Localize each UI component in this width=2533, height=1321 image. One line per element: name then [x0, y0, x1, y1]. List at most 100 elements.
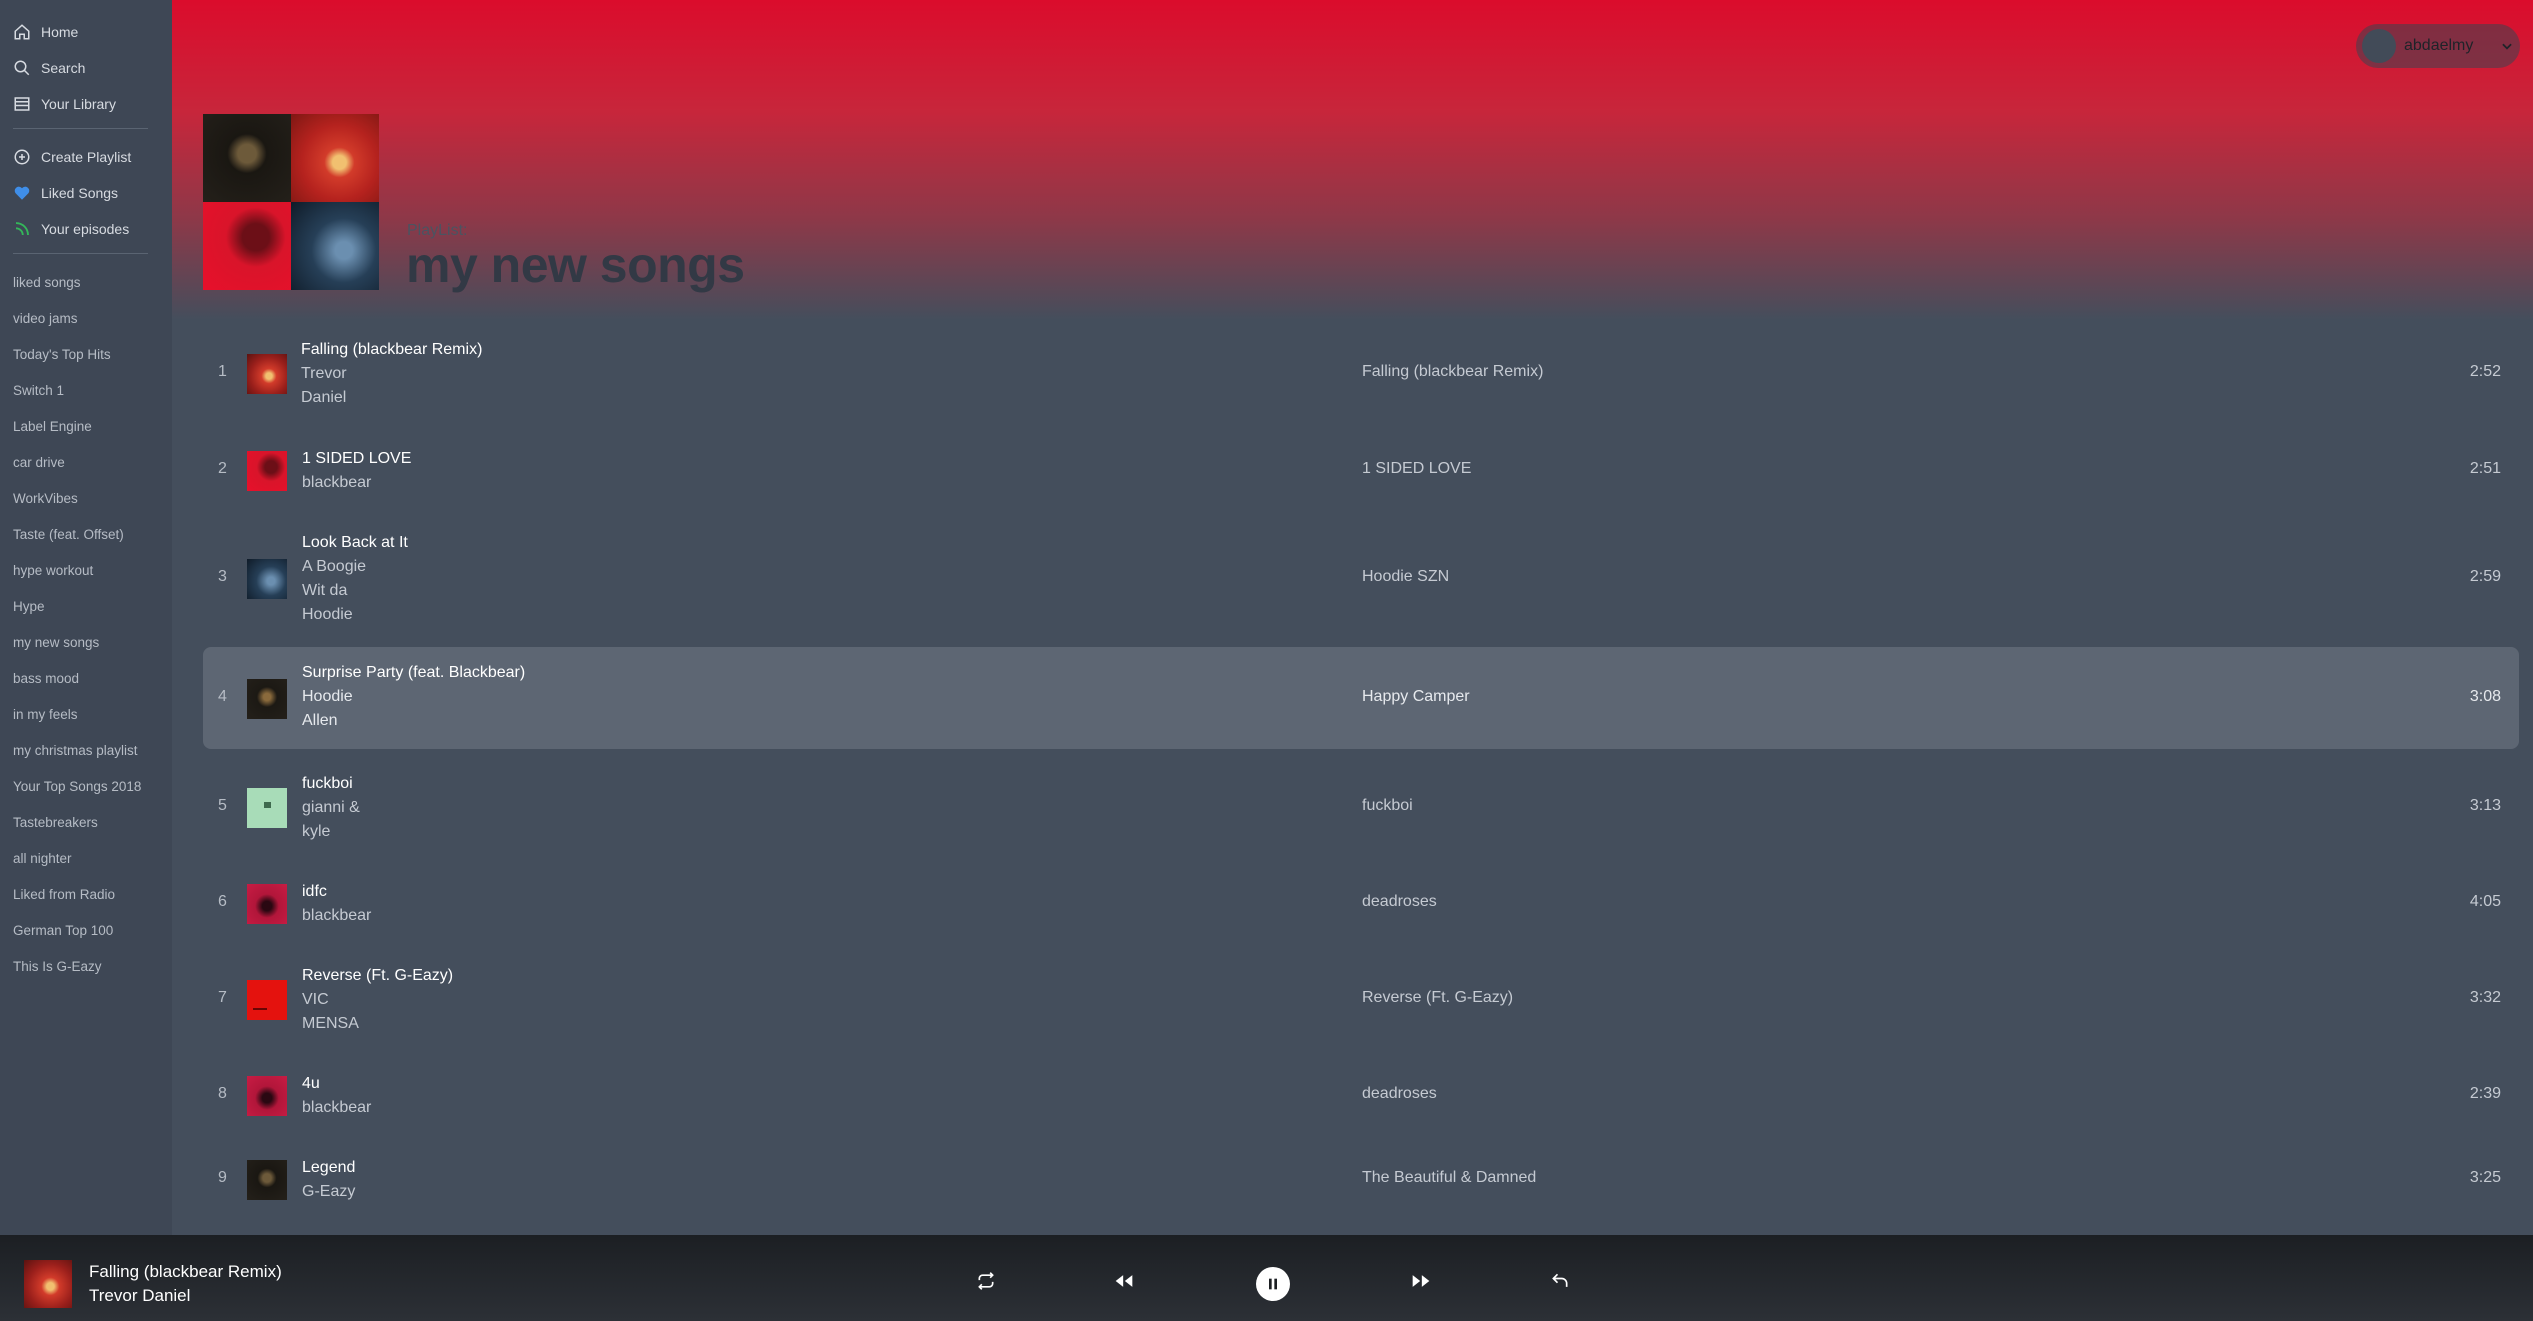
track-duration: 4:05 — [2469, 893, 2501, 910]
track-artist: kyle — [302, 823, 331, 840]
track-album: The Beautiful & Damned — [1362, 1169, 1537, 1186]
repeat-icon — [978, 1272, 994, 1290]
track-duration: 2:52 — [2469, 363, 2501, 380]
track-title: 4u — [302, 1075, 320, 1092]
nav-home[interactable]: Home — [13, 17, 163, 47]
track-row[interactable]: 9 Legend G-Eazy The Beautiful & Damned 3… — [203, 1154, 2519, 1206]
track-artist: MENSA — [302, 1015, 359, 1032]
track-artist: blackbear — [302, 474, 372, 491]
track-info: Surprise Party (feat. Blackbear) Hoodie … — [302, 661, 525, 733]
sidebar-playlist-item[interactable]: Today's Top Hits — [13, 342, 168, 366]
nav-library[interactable]: Your Library — [13, 89, 163, 119]
track-title: Look Back at It — [302, 534, 408, 551]
previous-icon — [1115, 1275, 1133, 1287]
track-info: idfc blackbear — [302, 880, 371, 928]
rss-icon — [15, 222, 29, 236]
track-album: Reverse (Ft. G-Eazy) — [1362, 989, 1514, 1006]
next-icon — [1412, 1275, 1430, 1287]
pause-button[interactable] — [1256, 1267, 1290, 1301]
track-number: 2 — [218, 460, 227, 477]
sidebar-playlist-item[interactable]: Label Engine — [13, 414, 168, 438]
sidebar-playlist-item[interactable]: my christmas playlist — [13, 738, 168, 762]
search-icon — [14, 60, 30, 76]
sidebar-playlist-item[interactable]: car drive — [13, 450, 168, 474]
track-art — [247, 788, 287, 828]
sidebar-playlist-item[interactable]: hype workout — [13, 558, 168, 582]
track-row[interactable]: 5 fuckboi gianni & kyle fuckboi 3:13 — [203, 770, 2519, 846]
app-window: Home Search Your Library Create Playlist… — [0, 0, 2533, 1321]
track-artist: gianni & — [302, 799, 360, 816]
sidebar-playlist-item[interactable]: bass mood — [13, 666, 168, 690]
track-number: 3 — [218, 568, 227, 585]
sidebar-playlist-item[interactable]: in my feels — [13, 702, 168, 726]
sidebar-playlist-item[interactable]: liked songs — [13, 270, 168, 294]
sidebar-playlist-item[interactable]: all nighter — [13, 846, 168, 870]
sidebar-playlist-item[interactable]: German Top 100 — [13, 918, 168, 942]
create-playlist-button[interactable]: Create Playlist — [13, 142, 163, 172]
playlist-cover — [203, 114, 379, 290]
track-album: 1 SIDED LOVE — [1362, 460, 1472, 477]
sidebar-playlist-item[interactable]: Hype — [13, 594, 168, 618]
now-playing-artist: Trevor Daniel — [89, 1286, 191, 1305]
repeat-button[interactable] — [971, 1266, 1001, 1296]
track-art — [247, 679, 287, 719]
previous-button[interactable] — [1109, 1266, 1139, 1296]
track-info: 4u blackbear — [302, 1072, 371, 1120]
track-row-selected[interactable]: 4 Surprise Party (feat. Blackbear) Hoodi… — [203, 647, 2519, 749]
user-menu-button[interactable]: abdaelmy — [2356, 24, 2520, 68]
track-album: fuckboi — [1362, 797, 1413, 814]
sidebar-playlist-item[interactable]: This Is G-Eazy — [13, 954, 168, 978]
track-art — [247, 884, 287, 924]
track-title: idfc — [302, 883, 327, 900]
nav-search-label: Search — [41, 60, 86, 76]
create-playlist-label: Create Playlist — [41, 149, 132, 165]
sidebar-playlist-item[interactable]: Your Top Songs 2018 — [13, 774, 168, 798]
track-album: Hoodie SZN — [1362, 568, 1450, 585]
track-album: Falling (blackbear Remix) — [1362, 363, 1544, 380]
cover-tile — [203, 202, 291, 290]
sidebar-playlist-item[interactable]: WorkVibes — [13, 486, 168, 510]
nav-search[interactable]: Search — [13, 53, 163, 83]
track-info: fuckboi gianni & kyle — [302, 772, 360, 844]
track-info: Look Back at It A Boogie Wit da Hoodie — [302, 531, 408, 627]
sidebar-divider — [13, 128, 148, 129]
track-number: 1 — [218, 363, 227, 380]
sidebar: Home Search Your Library Create Playlist… — [0, 0, 172, 1235]
track-duration: 2:51 — [2469, 460, 2501, 477]
liked-songs-link[interactable]: Liked Songs — [13, 178, 163, 208]
track-artist: Daniel — [301, 389, 347, 406]
liked-songs-label: Liked Songs — [41, 185, 119, 201]
plus-circle-icon — [14, 149, 30, 165]
pause-icon — [1269, 1278, 1277, 1290]
sidebar-playlist-item[interactable]: my new songs — [13, 630, 168, 654]
your-episodes-link[interactable]: Your episodes — [13, 214, 163, 244]
sidebar-playlist-item[interactable]: Liked from Radio — [13, 882, 168, 906]
track-number: 9 — [218, 1169, 227, 1186]
cover-tile — [291, 202, 379, 290]
track-artist: A Boogie — [302, 558, 367, 575]
track-row[interactable]: 7 Reverse (Ft. G-Eazy) VIC MENSA Reverse… — [203, 962, 2519, 1038]
track-number: 7 — [218, 989, 227, 1006]
page-title: my new songs — [406, 237, 745, 293]
track-row[interactable]: 3 Look Back at It A Boogie Wit da Hoodie… — [203, 529, 2519, 629]
track-info: Falling (blackbear Remix) Trevor Daniel — [301, 338, 482, 410]
track-title: Falling (blackbear Remix) — [301, 341, 483, 358]
next-button[interactable] — [1406, 1266, 1436, 1296]
cover-tile — [203, 114, 291, 202]
undo-button[interactable] — [1545, 1266, 1575, 1296]
track-row[interactable]: 6 idfc blackbear deadroses 4:05 — [203, 878, 2519, 930]
sidebar-playlist-item[interactable]: Switch 1 — [13, 378, 168, 402]
track-artist: Hoodie — [302, 688, 353, 705]
track-art — [247, 559, 287, 599]
track-title: Reverse (Ft. G-Eazy) — [302, 967, 454, 984]
track-duration: 3:13 — [2469, 797, 2501, 814]
track-row[interactable]: 2 1 SIDED LOVE blackbear 1 SIDED LOVE 2:… — [203, 445, 2519, 497]
sidebar-playlist-item[interactable]: Taste (feat. Offset) — [13, 522, 168, 546]
sidebar-playlist-item[interactable]: Tastebreakers — [13, 810, 168, 834]
track-row[interactable]: 1 Falling (blackbear Remix) Trevor Danie… — [203, 336, 2519, 412]
track-number: 5 — [218, 797, 227, 814]
your-episodes-label: Your episodes — [41, 221, 130, 237]
sidebar-playlist-item[interactable]: video jams — [13, 306, 168, 330]
nav-home-label: Home — [41, 24, 79, 40]
track-row[interactable]: 8 4u blackbear deadroses 2:39 — [203, 1070, 2519, 1122]
